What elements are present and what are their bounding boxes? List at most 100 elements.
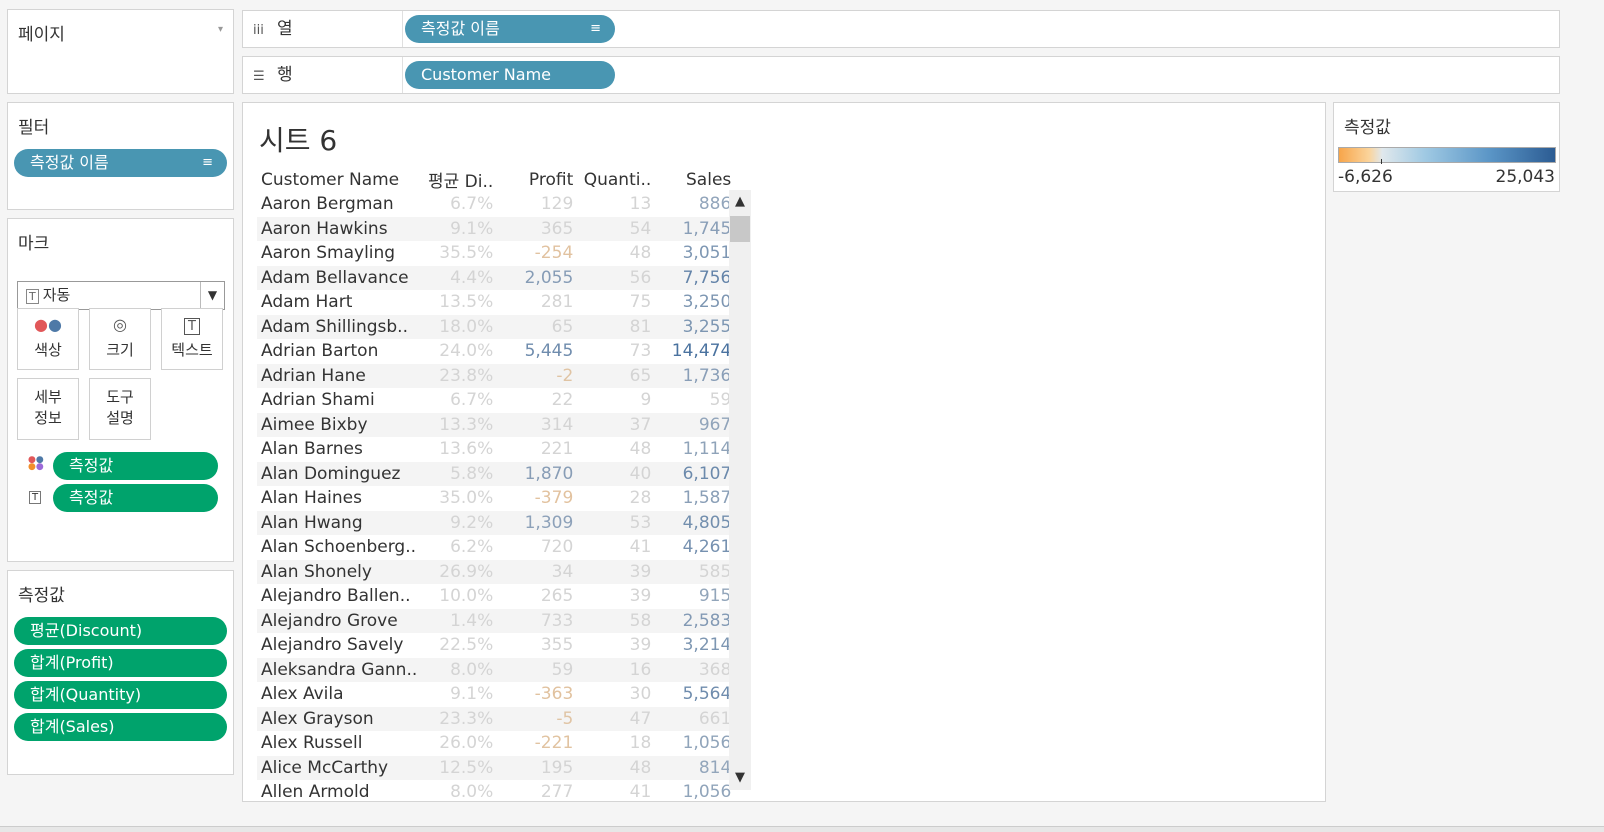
quantity-cell[interactable]: 41 [579,780,657,805]
discount-cell[interactable]: 9.1% [417,682,499,707]
sales-cell[interactable]: 3,255 [657,314,738,339]
sales-cell[interactable]: 4,805 [657,510,738,535]
quantity-cell[interactable]: 16 [579,657,658,682]
table-row[interactable]: Adam Hart 13.5% 281 75 3,250 [257,290,737,315]
quantity-cell[interactable]: 56 [579,265,658,290]
customer-name-cell[interactable]: Alan Dominguez [257,461,418,486]
discount-cell[interactable]: 24.0% [417,339,499,364]
sales-cell[interactable]: 3,214 [657,633,737,658]
discount-cell[interactable]: 6.7% [417,192,499,217]
quantity-cell[interactable]: 73 [579,339,657,364]
table-row[interactable]: Aaron Bergman 6.7% 129 13 886 [257,192,737,217]
discount-cell[interactable]: 10.0% [417,584,499,609]
header-discount[interactable]: 평균 Di.. [417,167,499,192]
quantity-cell[interactable]: 48 [579,437,657,462]
quantity-cell[interactable]: 75 [579,290,657,315]
profit-cell[interactable]: 2,055 [499,265,580,290]
sales-cell[interactable]: 886 [657,192,737,217]
table-row[interactable]: Alan Hwang 9.2% 1,309 53 4,805 [257,510,738,535]
table-row[interactable]: Adrian Barton 24.0% 5,445 73 14,474 [257,339,737,364]
marks-pill-color-measure-values[interactable]: 측정값 [53,452,218,480]
sales-cell[interactable]: 814 [657,755,738,780]
table-row[interactable]: Alan Haines 35.0% -379 28 1,587 [257,486,737,511]
profit-cell[interactable]: 720 [499,535,579,560]
pages-collapse-icon[interactable]: ▾ [218,24,223,35]
profit-cell[interactable]: -2 [499,363,580,388]
table-row[interactable]: Alex Russell 26.0% -221 18 1,056 [257,731,737,756]
sales-cell[interactable]: 1,736 [657,363,738,388]
sales-cell[interactable]: 6,107 [657,461,738,486]
sheet-tabs-bar[interactable] [0,826,1604,832]
measure-pill-sales[interactable]: 합계(Sales) [14,713,227,741]
discount-cell[interactable]: 1.4% [417,608,500,633]
customer-name-cell[interactable]: Aaron Smayling [257,241,417,266]
sales-cell[interactable]: 14,474 [657,339,737,364]
customer-name-cell[interactable]: Adrian Hane [257,363,418,388]
table-row[interactable]: Allen Armold 8.0% 277 41 1,056 [257,780,737,805]
customer-name-cell[interactable]: Alex Grayson [257,706,418,731]
discount-cell[interactable]: 13.3% [417,412,500,437]
customer-name-cell[interactable]: Alejandro Ballen.. [257,584,417,609]
columns-shelf[interactable]: iii 열 측정값 이름 ≡ [242,10,1560,48]
discount-cell[interactable]: 4.4% [417,265,500,290]
customer-name-cell[interactable]: Adrian Shami [257,388,417,413]
discount-cell[interactable]: 6.7% [417,388,499,413]
customer-name-cell[interactable]: Aleksandra Gann.. [257,657,418,682]
rows-pill-customer-name[interactable]: Customer Name [405,61,615,89]
sales-cell[interactable]: 661 [657,706,738,731]
sales-cell[interactable]: 967 [657,412,738,437]
customer-name-cell[interactable]: Adam Bellavance [257,265,418,290]
quantity-cell[interactable]: 28 [579,486,657,511]
profit-cell[interactable]: 59 [499,657,580,682]
columns-pill-measure-names[interactable]: 측정값 이름 ≡ [405,15,615,43]
table-row[interactable]: Aimee Bixby 13.3% 314 37 967 [257,412,738,437]
vertical-scrollbar[interactable]: ▲ ▼ [729,190,751,790]
customer-name-cell[interactable]: Aimee Bixby [257,412,418,437]
quantity-cell[interactable]: 48 [579,755,658,780]
color-button[interactable]: ●● 색상 [17,308,79,370]
quantity-cell[interactable]: 65 [579,363,658,388]
customer-name-cell[interactable]: Adam Hart [257,290,417,315]
table-row[interactable]: Alex Grayson 23.3% -5 47 661 [257,706,738,731]
discount-cell[interactable]: 22.5% [417,633,499,658]
table-row[interactable]: Aleksandra Gann.. 8.0% 59 16 368 [257,657,738,682]
table-row[interactable]: Alejandro Savely 22.5% 355 39 3,214 [257,633,737,658]
scroll-thumb[interactable] [730,216,750,242]
table-row[interactable]: Alice McCarthy 12.5% 195 48 814 [257,755,738,780]
table-row[interactable]: Alan Schoenberg.. 6.2% 720 41 4,261 [257,535,737,560]
sales-cell[interactable]: 2,583 [657,608,738,633]
profit-cell[interactable]: 22 [499,388,579,413]
discount-cell[interactable]: 13.5% [417,290,499,315]
discount-cell[interactable]: 26.9% [417,559,500,584]
mark-type-dropdown[interactable]: T 자동 ▼ [17,281,225,310]
quantity-cell[interactable]: 47 [579,706,658,731]
sales-cell[interactable]: 1,745 [657,216,738,241]
customer-name-cell[interactable]: Alex Avila [257,682,417,707]
sales-cell[interactable]: 59 [657,388,737,413]
sales-cell[interactable]: 368 [657,657,738,682]
quantity-cell[interactable]: 30 [579,682,657,707]
table-row[interactable]: Alan Shonely 26.9% 34 39 585 [257,559,738,584]
quantity-cell[interactable]: 13 [579,192,657,217]
quantity-cell[interactable]: 37 [579,412,658,437]
quantity-cell[interactable]: 40 [579,461,658,486]
table-row[interactable]: Alejandro Ballen.. 10.0% 265 39 915 [257,584,737,609]
measure-pill-profit[interactable]: 합계(Profit) [14,649,227,677]
quantity-cell[interactable]: 58 [579,608,658,633]
tooltip-button[interactable]: 도구 설명 [89,378,151,440]
customer-name-cell[interactable]: Aaron Bergman [257,192,417,217]
customer-name-cell[interactable]: Alan Schoenberg.. [257,535,417,560]
discount-cell[interactable]: 9.2% [417,510,500,535]
discount-cell[interactable]: 23.3% [417,706,500,731]
table-row[interactable]: Alan Barnes 13.6% 221 48 1,114 [257,437,737,462]
profit-cell[interactable]: -363 [499,682,579,707]
legend-color-ramp[interactable] [1338,147,1556,163]
discount-cell[interactable]: 12.5% [417,755,500,780]
profit-cell[interactable]: 277 [499,780,579,805]
sales-cell[interactable]: 915 [657,584,737,609]
profit-cell[interactable]: 5,445 [499,339,579,364]
discount-cell[interactable]: 5.8% [417,461,500,486]
sales-cell[interactable]: 1,114 [657,437,737,462]
sales-cell[interactable]: 1,587 [657,486,737,511]
sales-cell[interactable]: 7,756 [657,265,738,290]
